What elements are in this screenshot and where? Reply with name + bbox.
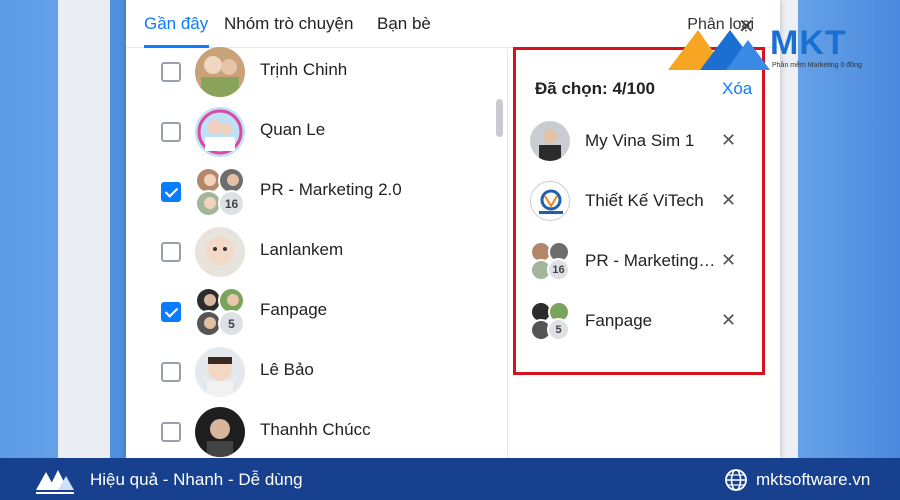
list-item[interactable]: 5 Fanpage [126, 284, 496, 344]
list-item[interactable]: 16 PR - Marketing 2.0 [126, 164, 496, 224]
selected-name: Fanpage [585, 311, 653, 330]
brand-name: MKT [770, 24, 847, 62]
brand-logo-mark [668, 30, 770, 70]
contact-name: Trịnh Chinh [260, 60, 348, 79]
avatar [195, 227, 245, 277]
checkbox[interactable] [161, 362, 181, 382]
remove-icon[interactable]: ✕ [721, 310, 736, 331]
globe-icon [725, 469, 747, 491]
list-item[interactable]: Thanhh Chúcc [126, 404, 496, 458]
footer-website[interactable]: mktsoftware.vn [756, 470, 870, 490]
selected-name: My Vina Sim 1 [585, 131, 695, 150]
checkbox[interactable] [161, 62, 181, 82]
list-scrollbar[interactable] [496, 99, 503, 137]
contact-name: Quan Le [260, 120, 326, 139]
contact-name: PR - Marketing 2.0 [260, 180, 402, 199]
checkbox[interactable] [161, 122, 181, 142]
remove-icon[interactable]: ✕ [721, 250, 736, 271]
avatar [530, 121, 570, 161]
member-count: 5 [218, 310, 245, 337]
remove-icon[interactable]: ✕ [721, 190, 736, 211]
list-item[interactable]: Trịnh Chinh [126, 44, 496, 104]
selected-item: 16 PR - Marketing 2.0 ✕ [530, 241, 750, 285]
tab-group-chats[interactable]: Nhóm trò chuyện [224, 14, 353, 34]
member-count: 16 [547, 258, 570, 281]
brand-tagline: Phần mềm Marketing 0 đồng [772, 62, 862, 69]
contact-name: Lanlankem [260, 240, 344, 259]
background-panel [58, 0, 110, 458]
list-item[interactable]: Lanlankem [126, 224, 496, 284]
contact-list[interactable]: Trịnh Chinh Quan Le 16 PR - Marketing 2.… [126, 47, 508, 458]
selected-count-title: Đã chọn: 4/100 [535, 79, 655, 98]
contact-name: Fanpage [260, 300, 328, 319]
group-avatar: 16 [195, 167, 245, 217]
list-item[interactable]: Quan Le [126, 104, 496, 164]
avatar [195, 407, 245, 457]
brand-logo: MKT Phần mềm Marketing 0 đồng [668, 24, 878, 80]
footer-logo-icon [36, 470, 74, 494]
selected-item: My Vina Sim 1 ✕ [530, 121, 750, 165]
selected-name: PR - Marketing 2.0 [585, 251, 720, 270]
group-avatar: 16 [530, 241, 570, 281]
checkbox-checked[interactable] [161, 302, 181, 322]
checkbox-checked[interactable] [161, 182, 181, 202]
remove-icon[interactable]: ✕ [721, 130, 736, 151]
member-count: 16 [218, 190, 245, 217]
clear-selection-button[interactable]: Xóa [722, 79, 752, 99]
list-item[interactable]: Lê Bảo [126, 344, 496, 404]
group-avatar: 5 [530, 301, 570, 341]
checkbox[interactable] [161, 422, 181, 442]
selected-item: Thiết Kế ViTech ✕ [530, 181, 750, 225]
footer-slogan: Hiệu quả - Nhanh - Dễ dùng [90, 470, 303, 489]
contact-name: Thanhh Chúcc [260, 420, 371, 439]
background-app-left [0, 0, 110, 458]
checkbox[interactable] [161, 242, 181, 262]
selected-name: Thiết Kế ViTech [585, 191, 704, 210]
avatar [530, 181, 570, 221]
selected-item: 5 Fanpage ✕ [530, 301, 750, 345]
group-avatar: 5 [195, 287, 245, 337]
avatar [195, 107, 245, 157]
member-count: 5 [547, 318, 570, 341]
tab-friends[interactable]: Bạn bè [377, 14, 431, 34]
avatar [195, 347, 245, 397]
contact-name: Lê Bảo [260, 360, 314, 379]
avatar [195, 47, 245, 97]
footer-bar: Hiệu quả - Nhanh - Dễ dùng mktsoftware.v… [0, 458, 900, 500]
tab-recent[interactable]: Gần đây [144, 14, 208, 34]
